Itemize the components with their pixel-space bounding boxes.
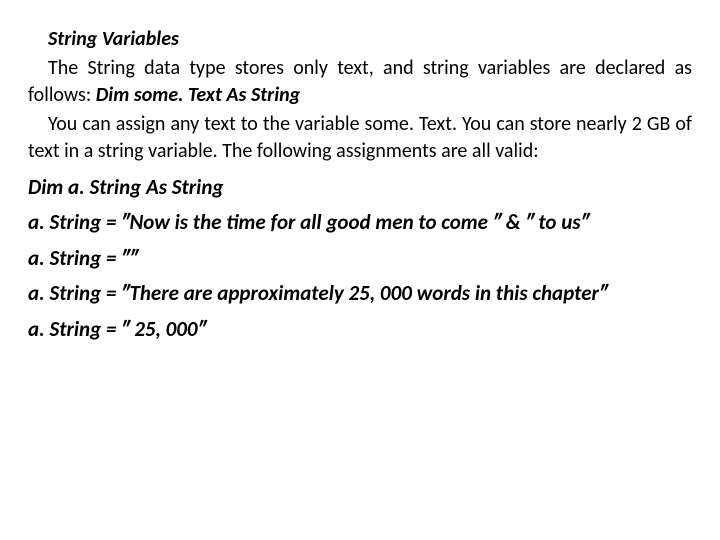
code-block: Dim a. String As String a. String = ″Now… bbox=[28, 173, 692, 344]
inline-declaration: Dim some. Text As String bbox=[96, 83, 301, 107]
code-line-4: a. String = ″There are approximately 25,… bbox=[28, 279, 692, 308]
description-paragraph: You can assign any text to the variable … bbox=[28, 111, 692, 165]
section-heading: String Variables bbox=[28, 26, 692, 53]
intro-paragraph: The String data type stores only text, a… bbox=[28, 55, 692, 109]
code-line-1: Dim a. String As String bbox=[28, 173, 692, 202]
code-line-2: a. String = ″Now is the time for all goo… bbox=[28, 208, 692, 237]
code-line-3: a. String = ″″ bbox=[28, 244, 692, 273]
code-line-5: a. String = ″ 25, 000″ bbox=[28, 315, 692, 344]
